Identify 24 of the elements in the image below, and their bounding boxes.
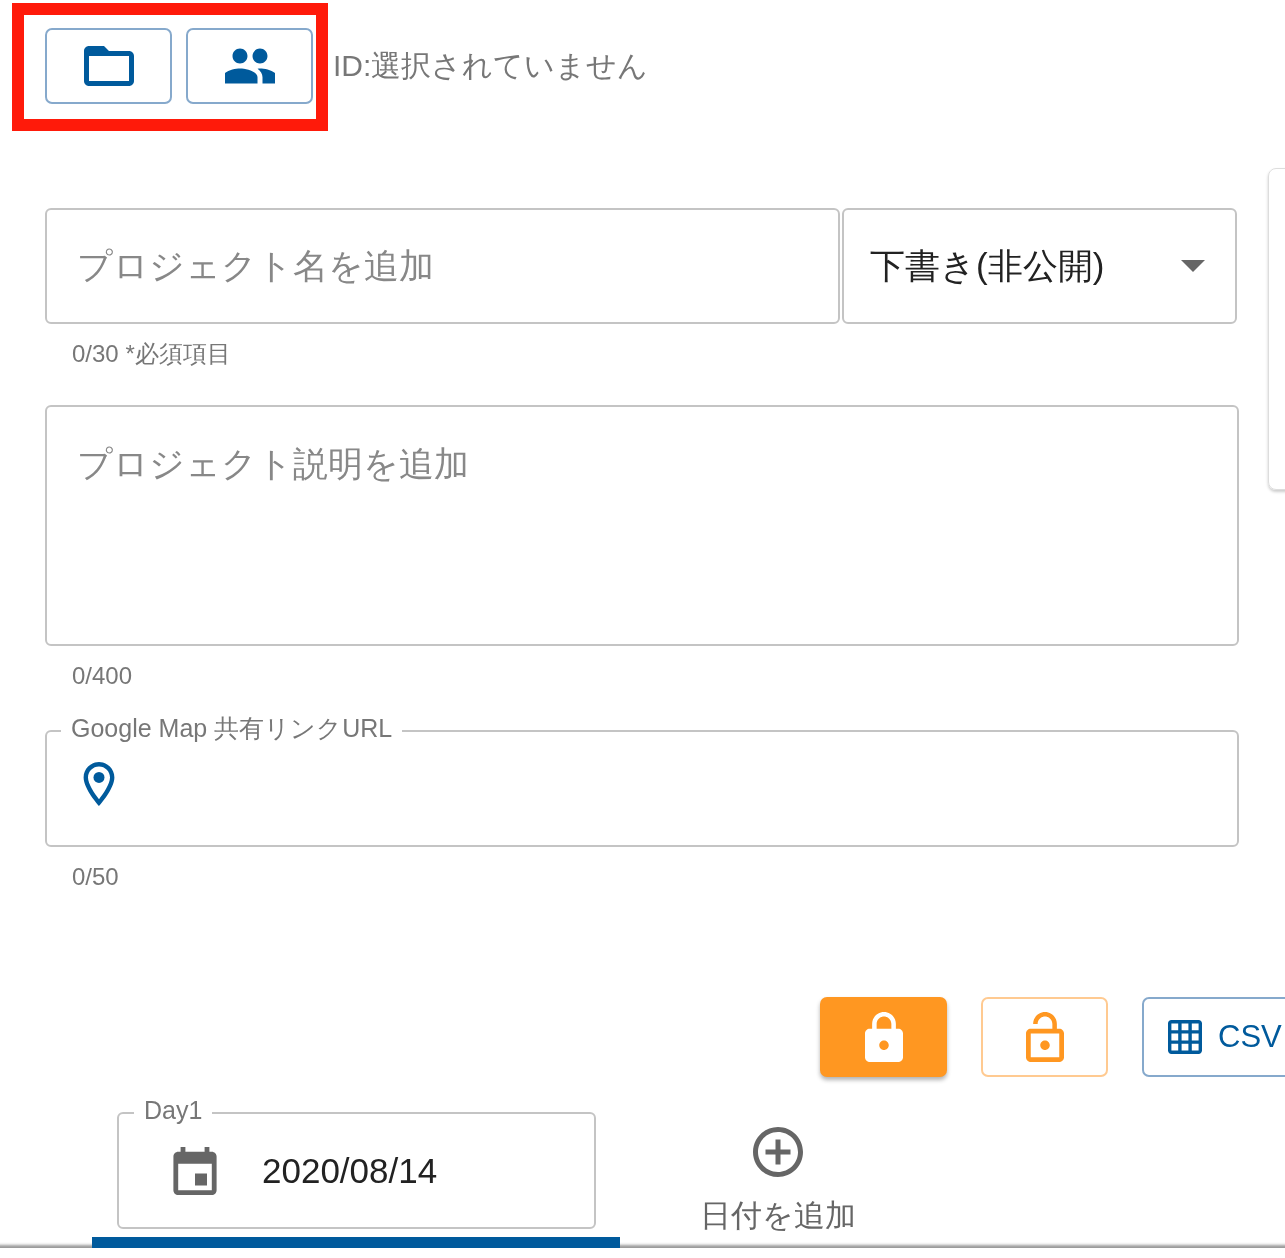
character-counter: 0/400 [71,662,134,690]
add-date-button[interactable]: 日付を追加 [700,1127,856,1239]
description-field[interactable]: プロジェクト説明を追加 [45,405,1239,646]
character-counter: 0/50 [71,863,120,891]
field-label: Google Map 共有リンクURL [61,714,403,742]
unlock-button[interactable] [981,997,1108,1077]
date-value: 2020/08/14 [262,1150,438,1191]
people-icon [224,46,275,86]
project-name-field[interactable]: プロジェクト名を追加 [45,208,840,324]
grid-icon [1168,1020,1202,1054]
map-pin-icon [83,762,115,806]
visibility-select[interactable]: 下書き(非公開) [842,208,1237,324]
unlocked-lock-icon [1025,1012,1064,1062]
toolbar-button[interactable] [45,28,172,104]
caret-icon [1181,260,1205,272]
helper-text: 0/30 *必須項目 [71,340,232,368]
csv-button[interactable]: CSV [1142,997,1285,1077]
toolbar-button[interactable] [186,28,313,104]
id-label: ID:選択されていません [333,47,649,84]
day-tab[interactable]: 2020/08/14 Day1 [92,1097,620,1248]
lock-button[interactable] [820,997,947,1077]
lock-icon [864,1012,903,1062]
calendar-icon [173,1146,217,1195]
folder-icon [83,46,134,86]
